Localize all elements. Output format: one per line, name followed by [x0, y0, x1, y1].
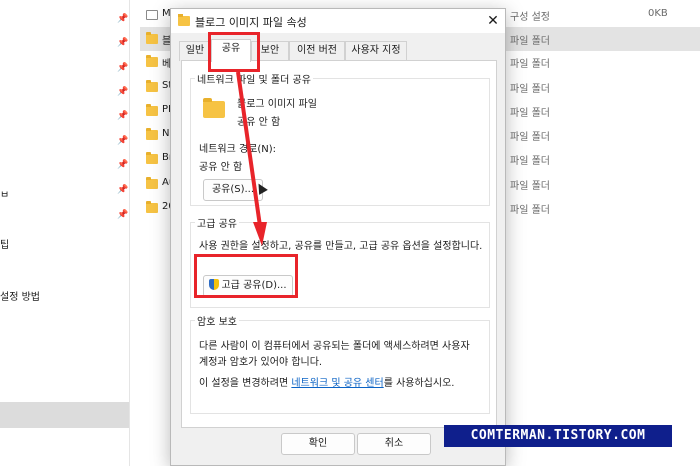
tab-sharing[interactable]: 공유: [211, 39, 251, 62]
watermark: COMTERMAN.TISTORY.COM: [444, 425, 672, 447]
annotation-arrow: [236, 71, 267, 246]
